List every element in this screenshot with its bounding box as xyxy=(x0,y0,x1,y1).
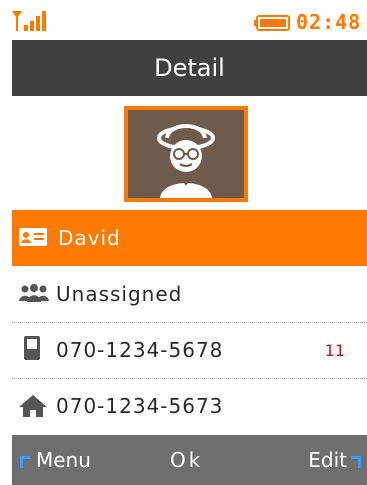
status-bar: 02:48 xyxy=(0,0,367,40)
list-item-mobile[interactable]: 070-1234-5678 11 xyxy=(12,322,367,379)
contact-name: David xyxy=(58,226,121,250)
ok-softkey[interactable]: Ok xyxy=(170,447,203,473)
contact-photo[interactable] xyxy=(124,106,248,202)
corner-right-icon xyxy=(351,455,361,468)
list-item-group[interactable]: Unassigned xyxy=(12,266,367,323)
status-clock: 02:48 xyxy=(296,10,362,34)
phone-screen: 02:48 Detail David Unassigned 070-1234-5… xyxy=(0,0,367,485)
title-bar: Detail xyxy=(12,40,367,96)
list-item-home[interactable]: 070-1234-5673 xyxy=(12,378,367,434)
photo-area xyxy=(12,96,367,208)
mobile-number: 070-1234-5678 xyxy=(56,338,224,362)
battery-icon xyxy=(254,15,290,31)
person-avatar-icon xyxy=(157,124,215,198)
edit-label: Edit xyxy=(308,448,347,472)
home-number: 070-1234-5673 xyxy=(56,394,224,418)
page-title: Detail xyxy=(154,54,225,82)
contact-card-icon xyxy=(19,228,47,246)
avatar xyxy=(128,110,244,198)
list-item-name[interactable]: David xyxy=(12,210,367,266)
contact-group: Unassigned xyxy=(56,282,183,306)
softkey-bar: Menu Ok Edit xyxy=(12,435,367,485)
home-icon xyxy=(19,395,47,417)
missed-call-badge: 11 xyxy=(324,341,345,360)
menu-label: Menu xyxy=(36,448,91,472)
edit-softkey[interactable]: Edit xyxy=(308,447,361,473)
corner-left-icon xyxy=(20,455,30,468)
signal-strength-icon xyxy=(12,11,46,31)
mobile-phone-icon xyxy=(24,336,40,360)
group-icon xyxy=(19,284,49,302)
menu-softkey[interactable]: Menu xyxy=(20,447,91,473)
